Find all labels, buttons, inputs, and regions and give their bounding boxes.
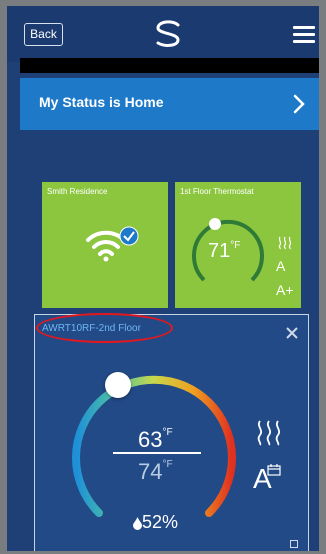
- setpoint-temperature: 63°F: [138, 427, 173, 452]
- mode-icon: A: [276, 258, 286, 274]
- heat-icon: [278, 236, 292, 250]
- corner-mark: [290, 540, 298, 548]
- top-bar: Back: [7, 6, 319, 62]
- black-bar: [20, 58, 319, 73]
- swirl-logo-icon: [156, 20, 180, 47]
- chevron-right-icon: [293, 94, 305, 114]
- divider: [113, 452, 201, 454]
- device-title: AWRT10RF-2nd Floor: [42, 323, 141, 334]
- back-button[interactable]: Back: [24, 23, 63, 46]
- check-badge-icon: [119, 226, 139, 246]
- auto-mode-icon: A+: [276, 282, 294, 298]
- mini-temperature: 71°F: [208, 240, 241, 262]
- heat-icon[interactable]: [255, 420, 283, 446]
- hamburger-menu-icon[interactable]: [293, 26, 315, 43]
- water-drop-icon: [133, 516, 142, 530]
- status-label: My Status is Home: [39, 94, 164, 110]
- auto-schedule-icon[interactable]: A: [253, 463, 285, 494]
- current-temperature: 74°F: [138, 459, 173, 484]
- humidity-readout: 52%: [133, 512, 178, 533]
- location-tile[interactable]: Smith Residence: [42, 182, 168, 308]
- thermostat-tile[interactable]: 1st Floor Thermostat 71°F A A+: [175, 182, 301, 308]
- tile-title: Smith Residence: [47, 187, 108, 196]
- status-banner[interactable]: My Status is Home: [20, 78, 319, 130]
- setpoint-handle[interactable]: [105, 372, 131, 398]
- close-icon[interactable]: [285, 326, 299, 340]
- thermostat-detail-panel: AWRT10RF-2nd Floor 63°F 74°F 52% A: [34, 313, 309, 551]
- app-screen: Back My Status is Home Smith Residence 1…: [7, 6, 319, 551]
- tile-title: 1st Floor Thermostat: [180, 187, 254, 196]
